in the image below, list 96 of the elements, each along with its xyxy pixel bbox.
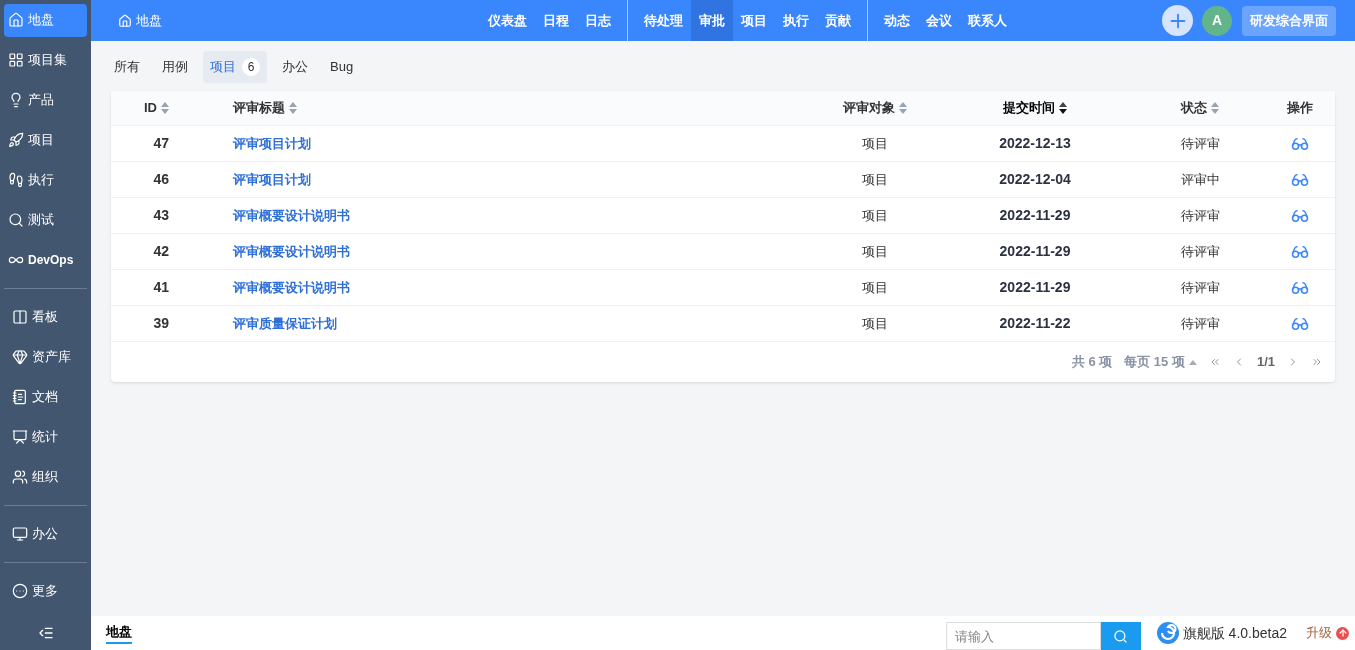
- table-cell-text: 47: [153, 134, 169, 153]
- grid-icon: [8, 52, 24, 68]
- version-label: 旗舰版 4.0.beta2: [1182, 623, 1287, 643]
- nav-tab[interactable]: 日志: [576, 0, 619, 41]
- nav-tab[interactable]: 项目: [732, 0, 775, 41]
- filter-tab[interactable]: 项目 6: [203, 51, 267, 83]
- logo-icon: [1155, 621, 1180, 645]
- table-cell-text: 待评审: [1180, 206, 1220, 225]
- table-cell-text: 2022-12-13: [999, 134, 1071, 153]
- sidebar-item[interactable]: 测试: [4, 203, 87, 237]
- table-cell-text: 项目: [862, 170, 888, 189]
- columns-icon: [12, 309, 28, 325]
- sidebar-item[interactable]: 执行: [4, 163, 87, 197]
- review-title-link[interactable]: 评审质量保证计划: [233, 313, 337, 334]
- table-cell-text: 待评审: [1180, 242, 1220, 261]
- nav-tab[interactable]: 执行: [774, 0, 817, 41]
- search-icon: [8, 212, 24, 228]
- rocket-icon: [8, 132, 24, 148]
- column-header[interactable]: ID: [111, 98, 201, 118]
- table-cell-text: 2022-12-04: [999, 170, 1071, 189]
- sidebar-item[interactable]: 产品: [4, 83, 87, 117]
- home-link[interactable]: 地盘: [118, 10, 162, 31]
- nav-tab[interactable]: 审批: [690, 0, 733, 41]
- table-cell-text: 待评审: [1180, 314, 1220, 333]
- sidebar-item[interactable]: 看板: [8, 300, 83, 334]
- review-title-link[interactable]: 评审概要设计说明书: [233, 205, 350, 226]
- sidebar-item[interactable]: 地盘: [4, 3, 87, 37]
- table-cell-text: 项目: [862, 134, 888, 153]
- search-field[interactable]: 请输入: [945, 622, 1101, 650]
- breadcrumb[interactable]: 地盘: [106, 622, 132, 644]
- table-cell-text: 2022-11-29: [999, 242, 1071, 261]
- upgrade-link[interactable]: 升级: [1306, 623, 1349, 643]
- table-cell-text: 43: [153, 206, 169, 225]
- users-icon: [12, 469, 28, 485]
- sidebar-item[interactable]: 办公: [8, 517, 83, 551]
- nav-tab[interactable]: 动态: [875, 0, 918, 41]
- nav-tab[interactable]: 待处理: [635, 0, 691, 41]
- sidebar-item[interactable]: 统计: [8, 420, 83, 454]
- last-page-icon[interactable]: [1311, 356, 1323, 368]
- review-title-link[interactable]: 评审概要设计说明书: [233, 241, 350, 262]
- table-cell-text: 42: [153, 242, 169, 261]
- notebook-icon: [12, 389, 28, 405]
- sidebar-item[interactable]: 项目: [4, 123, 87, 157]
- nav-tab[interactable]: 联系人: [959, 0, 1015, 41]
- sidebar-item[interactable]: DevOps: [4, 243, 87, 277]
- home-icon: [8, 12, 24, 28]
- table-cell-text: 项目: [862, 206, 888, 225]
- nav-tab[interactable]: 贡献: [816, 0, 859, 41]
- table-cell-text: 2022-11-29: [999, 206, 1071, 225]
- total-count: 共 6 项: [1071, 353, 1113, 372]
- filter-tab[interactable]: 用例: [155, 51, 195, 83]
- table-cell-text: 待评审: [1180, 134, 1220, 153]
- table-cell-text: 项目: [862, 314, 888, 333]
- collapse-icon: [37, 625, 54, 641]
- gem-icon: [12, 349, 28, 365]
- caret-icon: [1188, 359, 1197, 365]
- review-title-link[interactable]: 评审项目计划: [233, 169, 311, 190]
- chart-screen-icon: [12, 429, 28, 445]
- nav-tab[interactable]: 仪表盘: [479, 0, 535, 41]
- review-title-link[interactable]: 评审项目计划: [233, 133, 311, 154]
- table-cell-text: 项目: [862, 242, 888, 261]
- count-badge: 6: [242, 58, 260, 76]
- column-header[interactable]: 提交时间: [935, 98, 1135, 118]
- table-cell-text: 待评审: [1180, 278, 1220, 297]
- sidebar-item[interactable]: 组织: [8, 460, 83, 494]
- footprints-icon: [8, 172, 24, 188]
- filter-tab[interactable]: 所有: [107, 51, 147, 83]
- home-icon: [118, 13, 132, 28]
- table-cell-text: 评审中: [1180, 170, 1220, 189]
- table-cell-text: 46: [153, 170, 169, 189]
- table-cell-text: 项目: [862, 278, 888, 297]
- table-cell-text: 41: [153, 278, 169, 297]
- sidebar-item[interactable]: 项目集: [4, 43, 87, 77]
- table-cell-text: 2022-11-22: [999, 314, 1071, 333]
- search-icon: [1113, 628, 1129, 644]
- table-cell-text: 2022-11-29: [999, 278, 1071, 297]
- column-header[interactable]: 评审标题: [201, 98, 815, 118]
- sidebar-item[interactable]: 更多: [8, 574, 83, 608]
- column-header[interactable]: 评审对象: [815, 98, 935, 118]
- page-number: 1/1: [1256, 353, 1275, 372]
- review-title-link[interactable]: 评审概要设计说明书: [233, 277, 350, 298]
- filter-tab[interactable]: Bug: [323, 51, 361, 83]
- add-button[interactable]: [1162, 5, 1193, 36]
- monitor-icon: [12, 526, 28, 542]
- sidebar-item[interactable]: 文档: [8, 380, 83, 414]
- nav-tab[interactable]: 会议: [917, 0, 960, 41]
- table-cell-text: 39: [153, 314, 169, 333]
- search-button[interactable]: [1100, 622, 1141, 650]
- bulb-icon: [8, 92, 24, 108]
- sidebar-item[interactable]: 资产库: [8, 340, 83, 374]
- column-header[interactable]: 操作: [1265, 98, 1335, 118]
- upgrade-icon: [1336, 626, 1349, 640]
- nav-tab[interactable]: 日程: [534, 0, 577, 41]
- filter-tab[interactable]: 办公: [275, 51, 315, 83]
- more-icon: [12, 583, 28, 599]
- column-header[interactable]: 状态: [1135, 98, 1265, 118]
